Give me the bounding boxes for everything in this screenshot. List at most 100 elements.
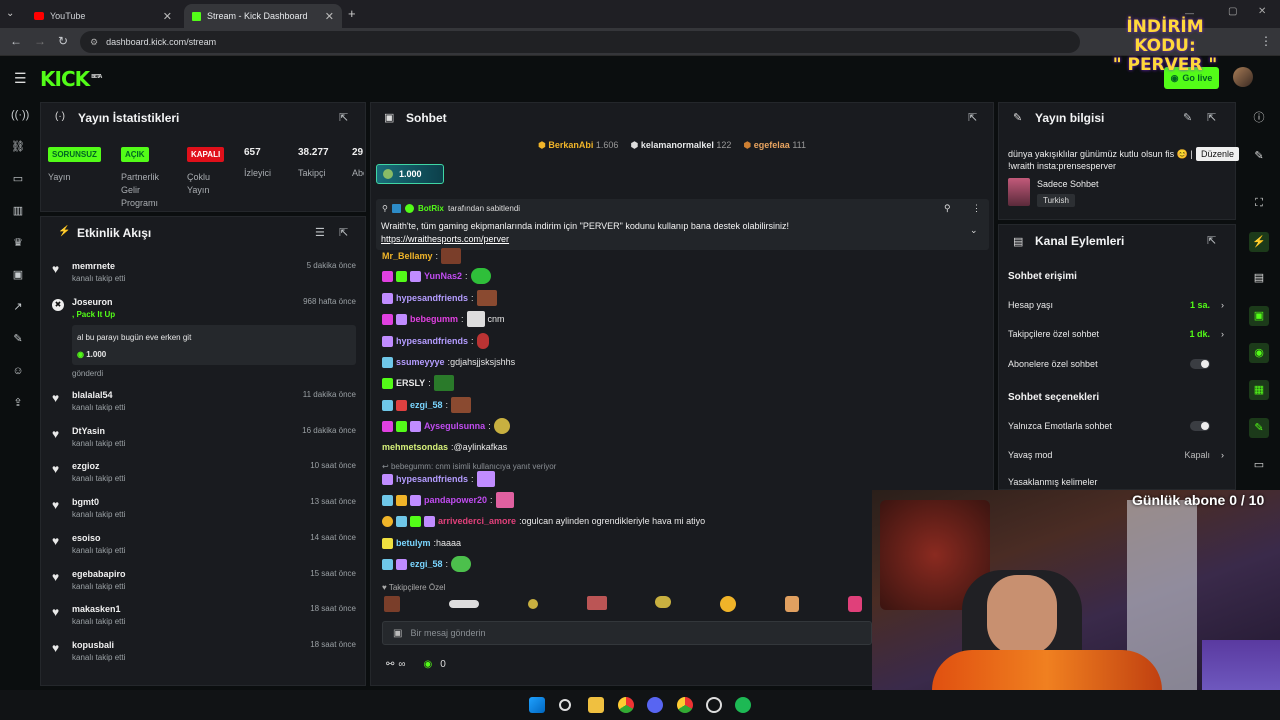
chat-icon[interactable]: ▣ bbox=[1249, 306, 1269, 326]
edit-pencil-icon[interactable]: ✎ bbox=[1183, 111, 1192, 124]
trophy-icon[interactable]: ♛ bbox=[11, 236, 25, 250]
emote-button[interactable] bbox=[847, 596, 862, 612]
chart-icon[interactable]: ↗ bbox=[11, 300, 25, 314]
chat-username[interactable]: ssumeyyye bbox=[396, 357, 445, 367]
tab-kick-dashboard[interactable]: Stream - Kick Dashboard ✕ bbox=[184, 4, 342, 28]
chat-username[interactable]: ezgi_58 bbox=[410, 400, 443, 410]
unpin-icon[interactable]: ⚲ bbox=[944, 203, 951, 214]
forward-icon[interactable]: → bbox=[34, 34, 46, 48]
chat-input[interactable]: ▣ Bir mesaj gönderin bbox=[382, 621, 872, 645]
emote-button[interactable] bbox=[720, 596, 737, 612]
chat-username[interactable]: hypesandfriends bbox=[396, 474, 468, 484]
chat-username[interactable]: hypesandfriends bbox=[396, 293, 468, 303]
activity-user[interactable]: esoiso bbox=[72, 533, 101, 543]
chat-username[interactable]: mehmetsondas bbox=[382, 442, 448, 452]
subs-only-toggle[interactable] bbox=[1190, 359, 1210, 369]
activity-user[interactable]: bgmt0 bbox=[72, 497, 99, 507]
wrench-icon[interactable]: ✎ bbox=[1249, 418, 1269, 438]
fullscreen-icon[interactable]: ⛶ bbox=[1249, 193, 1269, 213]
activity-user[interactable]: DtYasin bbox=[72, 426, 105, 436]
chrome-icon[interactable] bbox=[618, 697, 634, 713]
chat-username[interactable]: Aysegulsunna bbox=[424, 421, 485, 431]
gift-pill[interactable]: 1.000 bbox=[376, 164, 444, 184]
url-field[interactable]: ⚙ dashboard.kick.com/stream bbox=[80, 31, 1080, 53]
file-explorer-icon[interactable] bbox=[588, 697, 604, 713]
layout-icon[interactable]: ▦ bbox=[1249, 380, 1269, 400]
chat-username[interactable]: ezgi_58 bbox=[410, 559, 443, 569]
analytics-icon[interactable]: ▥ bbox=[11, 204, 25, 218]
chat-username[interactable]: pandapower20 bbox=[424, 495, 487, 505]
broadcast-icon[interactable]: ◉ bbox=[1249, 343, 1269, 363]
expand-icon[interactable]: ⇱ bbox=[339, 226, 348, 239]
activity-user[interactable]: memrnete bbox=[72, 261, 115, 271]
followers-only-row[interactable]: Takipçilere özel sohbet 1 dk. › bbox=[1008, 326, 1224, 342]
expand-icon[interactable]: ⇱ bbox=[1207, 234, 1216, 247]
chat-username[interactable]: Mr_Bellamy bbox=[382, 251, 433, 261]
emote-button[interactable] bbox=[586, 596, 607, 610]
chat-username[interactable]: arrivederci_amore bbox=[438, 516, 516, 526]
obs-icon[interactable] bbox=[706, 697, 722, 713]
emote-button[interactable] bbox=[655, 596, 672, 608]
pinned-by-user[interactable]: BotRix bbox=[418, 204, 444, 213]
discord-icon[interactable] bbox=[647, 697, 663, 713]
tab-search-icon[interactable]: ⌄ bbox=[6, 8, 14, 19]
video-icon[interactable]: ▣ bbox=[11, 268, 25, 282]
chat-username[interactable]: betulym bbox=[396, 538, 431, 548]
avatar[interactable] bbox=[1233, 67, 1253, 87]
activity-user[interactable]: makasken1 bbox=[72, 604, 121, 614]
expand-icon[interactable]: ⇱ bbox=[339, 111, 348, 124]
upload-icon[interactable]: ⇪ bbox=[11, 396, 25, 410]
filter-icon[interactable]: ☰ bbox=[315, 226, 325, 239]
chat-username[interactable]: bebegumm bbox=[410, 314, 458, 324]
activity-user[interactable]: blalalal54 bbox=[72, 390, 113, 400]
activity-user[interactable]: kopusbali bbox=[72, 640, 114, 650]
expand-icon[interactable]: ⇱ bbox=[968, 111, 977, 124]
spotify-icon[interactable] bbox=[735, 697, 751, 713]
banned-words-row[interactable]: Yasaklanmış kelimeler bbox=[1008, 476, 1224, 488]
leader-2[interactable]: ⬢ kelamanormalkel 122 bbox=[630, 140, 731, 151]
activity-user[interactable]: egebabapiro bbox=[72, 569, 126, 579]
site-info-icon[interactable]: ⚙ bbox=[90, 37, 98, 48]
more-options-icon[interactable]: ⋮ bbox=[972, 203, 981, 214]
pinned-link[interactable]: https://wraithesports.com/perver bbox=[381, 234, 509, 244]
new-tab-icon[interactable]: + bbox=[348, 6, 356, 21]
window-icon[interactable]: ▭ bbox=[11, 172, 25, 186]
link-icon[interactable]: ⛓ bbox=[11, 140, 25, 154]
reload-icon[interactable]: ↻ bbox=[58, 34, 68, 48]
emote-button[interactable] bbox=[785, 596, 800, 612]
chevron-down-icon[interactable]: ⌄ bbox=[970, 225, 978, 236]
back-icon[interactable]: ← bbox=[10, 34, 22, 48]
chat-username[interactable]: hypesandfriends bbox=[396, 336, 468, 346]
tab-youtube[interactable]: YouTube ✕ bbox=[26, 4, 180, 28]
info-icon[interactable]: ⓘ bbox=[1249, 108, 1269, 128]
edit-pencil-icon[interactable]: ✎ bbox=[1249, 146, 1269, 166]
kick-logo[interactable]: KICK BETA bbox=[40, 67, 102, 91]
chat-username[interactable]: ERSLY bbox=[396, 378, 425, 388]
leader-3[interactable]: ⬢ egefelaa 111 bbox=[743, 140, 806, 151]
emote-button[interactable] bbox=[527, 599, 538, 609]
stream-icon[interactable]: ((·)) bbox=[11, 108, 29, 122]
close-window-icon[interactable]: ✕ bbox=[1258, 6, 1266, 17]
browser-menu-icon[interactable]: ⋮ bbox=[1260, 34, 1272, 48]
search-icon[interactable] bbox=[559, 699, 571, 711]
close-tab-icon[interactable]: ✕ bbox=[163, 10, 172, 23]
users-icon[interactable]: ☺ bbox=[11, 364, 25, 378]
leader-1[interactable]: ⬢ BerkanAbi 1.606 bbox=[538, 140, 618, 151]
expand-icon[interactable]: ⇱ bbox=[1207, 111, 1216, 124]
document-icon[interactable]: ▤ bbox=[1249, 268, 1269, 288]
emote-only-toggle[interactable] bbox=[1190, 421, 1210, 431]
chrome-profile-icon[interactable] bbox=[677, 697, 693, 713]
window-icon[interactable]: ▭ bbox=[1249, 455, 1269, 475]
chat-username[interactable]: YunNas2 bbox=[424, 271, 462, 281]
predictions-icon[interactable]: ⚯ bbox=[386, 659, 394, 670]
hamburger-menu-icon[interactable]: ☰ bbox=[14, 70, 27, 87]
close-tab-icon[interactable]: ✕ bbox=[325, 10, 334, 23]
category-name[interactable]: Sadece Sohbet bbox=[1037, 179, 1099, 189]
wrench-icon[interactable]: ✎ bbox=[11, 332, 25, 346]
activity-user[interactable]: Joseuron bbox=[72, 297, 113, 307]
lightning-icon[interactable]: ⚡ bbox=[1249, 232, 1269, 252]
account-age-row[interactable]: Hesap yaşı 1 sa. › bbox=[1008, 297, 1224, 313]
activity-user[interactable]: ezgioz bbox=[72, 461, 100, 471]
emote-button[interactable] bbox=[448, 600, 479, 608]
maximize-icon[interactable]: ▢ bbox=[1228, 6, 1237, 17]
